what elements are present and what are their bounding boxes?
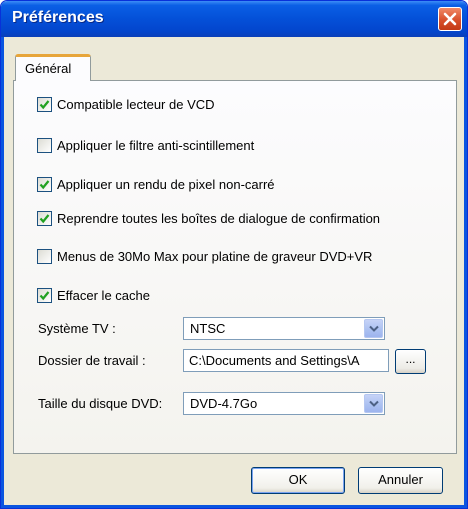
checkbox[interactable] (37, 287, 52, 303)
work-folder-field[interactable]: C:\Documents and Settings\A (183, 349, 389, 372)
checkmark-icon (39, 290, 50, 300)
window-frame-left (1, 37, 4, 508)
title-bar[interactable]: Préférences (1, 1, 467, 37)
checkbox[interactable] (37, 176, 52, 192)
tv-system-label: Système TV : (38, 321, 116, 336)
option-label: Appliquer un rendu de pixel non-carré (57, 176, 275, 192)
tab-label: Général (25, 61, 72, 76)
cancel-button[interactable]: Annuler (358, 467, 443, 494)
checkmark-icon (39, 179, 50, 189)
tab-general[interactable]: Général (15, 54, 91, 81)
option-menus-30mo[interactable]: Menus de 30Mo Max pour platine de graveu… (37, 247, 372, 265)
window-title: Préférences (12, 9, 104, 26)
chevron-down-icon (369, 400, 379, 407)
option-label: Menus de 30Mo Max pour platine de graveu… (57, 248, 373, 264)
preferences-dialog: Préférences Général Compatible lecteur d… (0, 0, 468, 509)
close-icon (443, 12, 457, 26)
tv-system-value: NTSC (190, 321, 226, 336)
dvd-size-value: DVD-4.7Go (190, 396, 258, 411)
window-frame-right (464, 37, 467, 508)
dropdown-button[interactable] (364, 394, 383, 413)
browse-button[interactable]: ... (395, 349, 426, 374)
checkbox[interactable] (37, 137, 52, 153)
window-frame-bottom (1, 505, 467, 508)
option-restore-confirmations[interactable]: Reprendre toutes les boîtes de dialogue … (37, 209, 380, 227)
dropdown-button[interactable] (364, 319, 383, 338)
option-clear-cache[interactable]: Effacer le cache (37, 286, 150, 304)
checkmark-icon (39, 213, 50, 223)
option-label: Reprendre toutes les boîtes de dialogue … (57, 210, 381, 226)
option-label: Appliquer le filtre anti-scintillement (57, 137, 255, 153)
checkbox[interactable] (37, 248, 52, 264)
checkbox[interactable] (37, 210, 52, 226)
tv-system-select[interactable]: NTSC (183, 317, 385, 340)
close-button[interactable] (438, 7, 462, 31)
checkmark-icon (39, 99, 50, 109)
work-folder-value: C:\Documents and Settings\A (189, 353, 360, 368)
work-folder-label: Dossier de travail : (38, 353, 146, 368)
option-label: Compatible lecteur de VCD (57, 96, 215, 112)
option-non-square-pixel[interactable]: Appliquer un rendu de pixel non-carré (37, 175, 275, 193)
option-label: Effacer le cache (57, 287, 150, 303)
ok-button[interactable]: OK (251, 467, 345, 494)
option-vcd-compatible[interactable]: Compatible lecteur de VCD (37, 95, 215, 113)
dvd-size-label: Taille du disque DVD: (38, 396, 163, 411)
chevron-down-icon (369, 325, 379, 332)
dvd-size-select[interactable]: DVD-4.7Go (183, 392, 385, 415)
checkbox[interactable] (37, 96, 52, 112)
option-anti-flicker[interactable]: Appliquer le filtre anti-scintillement (37, 136, 254, 154)
